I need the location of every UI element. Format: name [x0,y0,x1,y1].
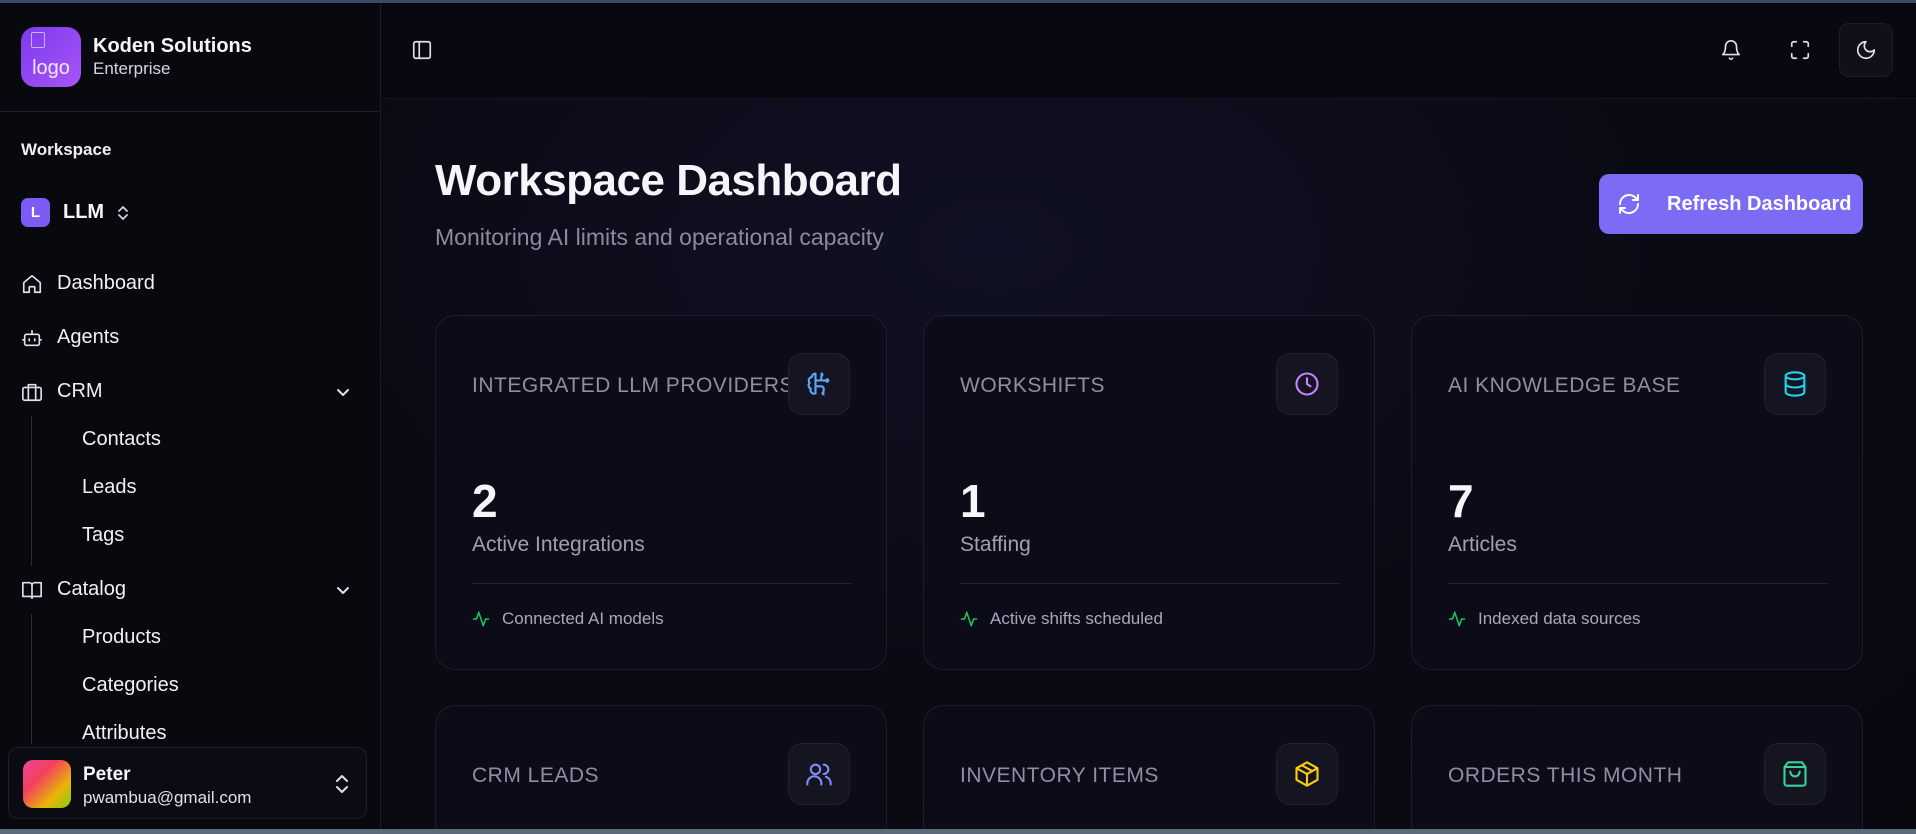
activity-icon [960,611,978,627]
card-title: ORDERS THIS MONTH [1448,764,1683,787]
sidebar-subitem-categories[interactable]: Categories [82,674,179,697]
card-label: Active Integrations [472,533,645,556]
brain-icon [807,372,830,396]
card-footer: Indexed data sources [1448,609,1641,629]
card-icon-box [1276,353,1338,415]
card-title: INVENTORY ITEMS [960,764,1159,787]
logo-alt-text: logo [32,56,70,79]
user-name: Peter [83,764,131,785]
card-value: 1 [960,475,986,527]
card-value: 2 [472,475,498,527]
card-icon-box [1764,743,1826,805]
sidebar-item-label: Agents [57,326,120,348]
card-icon-box [788,353,850,415]
sidebar-item-label: Catalog [57,578,126,600]
clock-icon [1295,372,1319,396]
workspace-badge: L [21,198,50,227]
card-icon-box [788,743,850,805]
fullscreen-button[interactable] [1773,23,1827,77]
refresh-dashboard-button[interactable]: Refresh Dashboard [1599,174,1863,234]
card-title: INTEGRATED LLM PROVIDERS [472,374,794,397]
card-value: 7 [1448,475,1474,527]
card-footer-text: Active shifts scheduled [990,609,1163,628]
sidebar-subitem-leads[interactable]: Leads [82,476,137,499]
page-subtitle: Monitoring AI limits and operational cap… [435,224,884,250]
users-icon [806,763,832,786]
page-title: Workspace Dashboard [435,156,902,205]
card-divider [1448,583,1828,584]
card-icon-box [1276,743,1338,805]
home-icon [22,274,42,293]
sidebar-item-crm[interactable]: CRM [21,380,103,403]
stat-card-inventory: INVENTORY ITEMS [923,705,1375,829]
top-header [381,3,1916,99]
sidebar-subitem-contacts[interactable]: Contacts [82,428,161,451]
card-divider [472,583,852,584]
crm-subnav-line [31,416,32,566]
package-icon [1295,761,1319,787]
card-footer-text: Connected AI models [502,609,664,628]
sidebar-item-agents[interactable]: Agents [21,326,119,349]
building-icon [22,383,42,401]
sidebar-item-label: CRM [57,380,103,402]
fullscreen-icon [1790,40,1810,60]
sidebar-subitem-tags[interactable]: Tags [82,524,124,547]
card-footer: Active shifts scheduled [960,609,1163,629]
sidebar-subitem-attributes[interactable]: Attributes [82,722,166,745]
user-email: pwambua@gmail.com [83,788,252,807]
card-label: Articles [1448,533,1517,556]
brand-plan: Enterprise [93,59,171,78]
chevron-down-icon[interactable] [334,581,352,599]
card-title: WORKSHIFTS [960,374,1105,397]
card-label: Staffing [960,533,1031,556]
sidebar-toggle-button[interactable] [395,23,449,77]
moon-icon [1856,40,1876,60]
theme-toggle-button[interactable] [1839,23,1893,77]
bell-icon [1721,40,1741,60]
stat-card-orders: ORDERS THIS MONTH [1411,705,1863,829]
stat-card-llm-providers: INTEGRATED LLM PROVIDERS 2 Active Integr… [435,315,887,670]
database-icon [1784,371,1806,397]
sidebar-subitem-products[interactable]: Products [82,626,161,649]
sidebar-item-catalog[interactable]: Catalog [21,578,126,601]
card-footer-text: Indexed data sources [1478,609,1641,628]
bot-icon [22,329,42,346]
brand-name: Koden Solutions [93,35,252,57]
sidebar-divider [0,111,380,112]
card-title: AI KNOWLEDGE BASE [1448,374,1681,397]
card-icon-box [1764,353,1826,415]
stat-card-knowledge-base: AI KNOWLEDGE BASE 7 Articles Indexed dat… [1411,315,1863,670]
refresh-label: Refresh Dashboard [1667,192,1852,215]
card-title: CRM LEADS [472,764,600,787]
card-divider [960,583,1340,584]
sidebar-toggle-icon [412,40,432,60]
stat-card-crm-leads: CRM LEADS [435,705,887,829]
shopping-bag-icon [1783,761,1807,787]
stat-card-workshifts: WORKSHIFTS 1 Staffing Active shifts sche… [923,315,1375,670]
window-bottom-border [0,829,1916,834]
sidebar-item-label: Dashboard [57,272,155,294]
brand-logo: logo [21,27,81,87]
catalog-subnav-line [31,614,32,744]
book-icon [22,581,42,599]
chevron-down-icon[interactable] [334,383,352,401]
notifications-button[interactable] [1704,23,1758,77]
chevrons-up-down-icon [118,205,128,220]
activity-icon [472,611,490,627]
card-footer: Connected AI models [472,609,664,629]
sidebar-item-dashboard[interactable]: Dashboard [21,272,155,295]
sidebar: logo Koden Solutions Enterprise Workspac… [0,3,381,829]
activity-icon [1448,611,1466,627]
section-label: Workspace [21,140,112,159]
workspace-selector[interactable]: L LLM [21,198,130,227]
chevrons-up-down-icon [336,775,348,793]
workspace-name: LLM [63,201,105,223]
avatar [23,760,71,808]
brand-text: Koden Solutions Enterprise [93,34,252,80]
user-menu[interactable]: Peter pwambua@gmail.com [8,747,367,819]
broken-image-icon [31,32,45,48]
refresh-icon [1619,194,1639,214]
brand[interactable]: logo Koden Solutions Enterprise [21,27,252,87]
